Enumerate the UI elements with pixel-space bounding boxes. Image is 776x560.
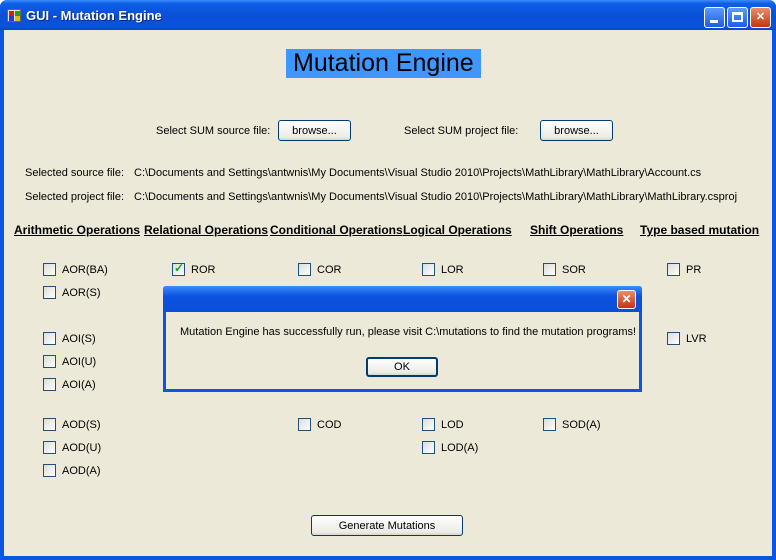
category-logical: Logical Operations — [403, 223, 512, 237]
checkbox-label: AOR(S) — [62, 287, 101, 299]
checkbox-box[interactable] — [422, 263, 435, 276]
dialog-title-bar[interactable]: ✕ — [163, 286, 642, 312]
category-relational: Relational Operations — [144, 223, 269, 237]
checkbox-box[interactable] — [43, 263, 56, 276]
generate-mutations-button[interactable]: Generate Mutations — [311, 515, 463, 536]
selected-project-path: C:\Documents and Settings\antwnis\My Doc… — [134, 191, 738, 203]
checkbox-label: LOD — [441, 419, 464, 431]
checkbox-box[interactable] — [43, 286, 56, 299]
checkbox-label: LOR — [441, 264, 464, 276]
checkbox-box[interactable] — [422, 441, 435, 454]
checkbox-label: PR — [686, 264, 702, 276]
checkbox-label: AOD(A) — [62, 465, 101, 477]
checkmark-icon: ✓ — [174, 261, 185, 275]
minimize-icon — [710, 20, 718, 23]
checkbox-label: AOD(U) — [62, 442, 102, 454]
ok-button[interactable]: OK — [366, 357, 438, 377]
checkbox-box[interactable] — [43, 355, 56, 368]
selected-source-label: Selected source file: — [25, 167, 125, 179]
checkbox-label: AOD(S) — [62, 419, 101, 431]
checkbox-box[interactable] — [543, 418, 556, 431]
category-type: Type based mutation — [640, 223, 760, 237]
checkbox-box[interactable] — [43, 441, 56, 454]
selected-source-path: C:\Documents and Settings\antwnis\My Doc… — [134, 167, 702, 179]
checkbox-box[interactable] — [43, 418, 56, 431]
source-file-label: Select SUM source file: — [156, 125, 271, 137]
app-window: GUI - Mutation Engine ✕ Mutation Engine … — [0, 0, 776, 560]
checkbox-box[interactable] — [43, 378, 56, 391]
checkbox-label: LOD(A) — [441, 442, 479, 454]
page-title: Mutation Engine — [286, 49, 481, 78]
checkbox-label: AOR(BA) — [62, 264, 108, 276]
dialog-message: Mutation Engine has successfully run, pl… — [180, 326, 637, 338]
category-shift: Shift Operations — [530, 223, 624, 237]
checkbox-box[interactable] — [43, 464, 56, 477]
checkbox-label: COD — [317, 419, 342, 431]
checkbox-box[interactable] — [422, 418, 435, 431]
checkbox-box[interactable] — [543, 263, 556, 276]
maximize-icon — [732, 12, 743, 22]
browse-source-button[interactable]: browse... — [278, 120, 351, 141]
checkbox-box[interactable] — [667, 332, 680, 345]
checkbox-box[interactable]: ✓ — [172, 261, 185, 276]
dialog-close-button[interactable]: ✕ — [617, 290, 636, 309]
checkbox-box[interactable] — [43, 332, 56, 345]
project-file-label: Select SUM project file: — [404, 125, 519, 137]
checkbox-box[interactable] — [298, 418, 311, 431]
checkbox-label: LVR — [686, 333, 707, 345]
selected-project-label: Selected project file: — [25, 191, 125, 203]
main-panel: Mutation Engine Select SUM source file: … — [4, 30, 772, 556]
message-dialog: ✕ Mutation Engine has successfully run, … — [163, 286, 642, 392]
title-bar[interactable]: GUI - Mutation Engine ✕ — [0, 0, 776, 30]
category-conditional: Conditional Operations — [270, 223, 403, 237]
close-button[interactable]: ✕ — [750, 7, 771, 28]
checkbox-label: SOR — [562, 264, 586, 276]
checkbox-label: COR — [317, 264, 342, 276]
checkbox-label: AOI(S) — [62, 333, 96, 345]
checkbox-box[interactable] — [298, 263, 311, 276]
checkbox-label: AOI(U) — [62, 356, 97, 368]
checkbox-box[interactable] — [667, 263, 680, 276]
maximize-button[interactable] — [727, 7, 748, 28]
window-title: GUI - Mutation Engine — [26, 8, 162, 23]
app-icon — [7, 9, 21, 22]
browse-project-button[interactable]: browse... — [540, 120, 613, 141]
checkbox-label: SOD(A) — [562, 419, 601, 431]
checkbox-label: AOI(A) — [62, 379, 96, 391]
checkbox-label: ROR — [191, 264, 216, 276]
category-arithmetic: Arithmetic Operations — [14, 223, 141, 237]
dialog-body: Mutation Engine has successfully run, pl… — [166, 312, 639, 389]
close-icon: ✕ — [755, 11, 766, 23]
close-icon: ✕ — [621, 292, 632, 306]
minimize-button[interactable] — [704, 7, 725, 28]
